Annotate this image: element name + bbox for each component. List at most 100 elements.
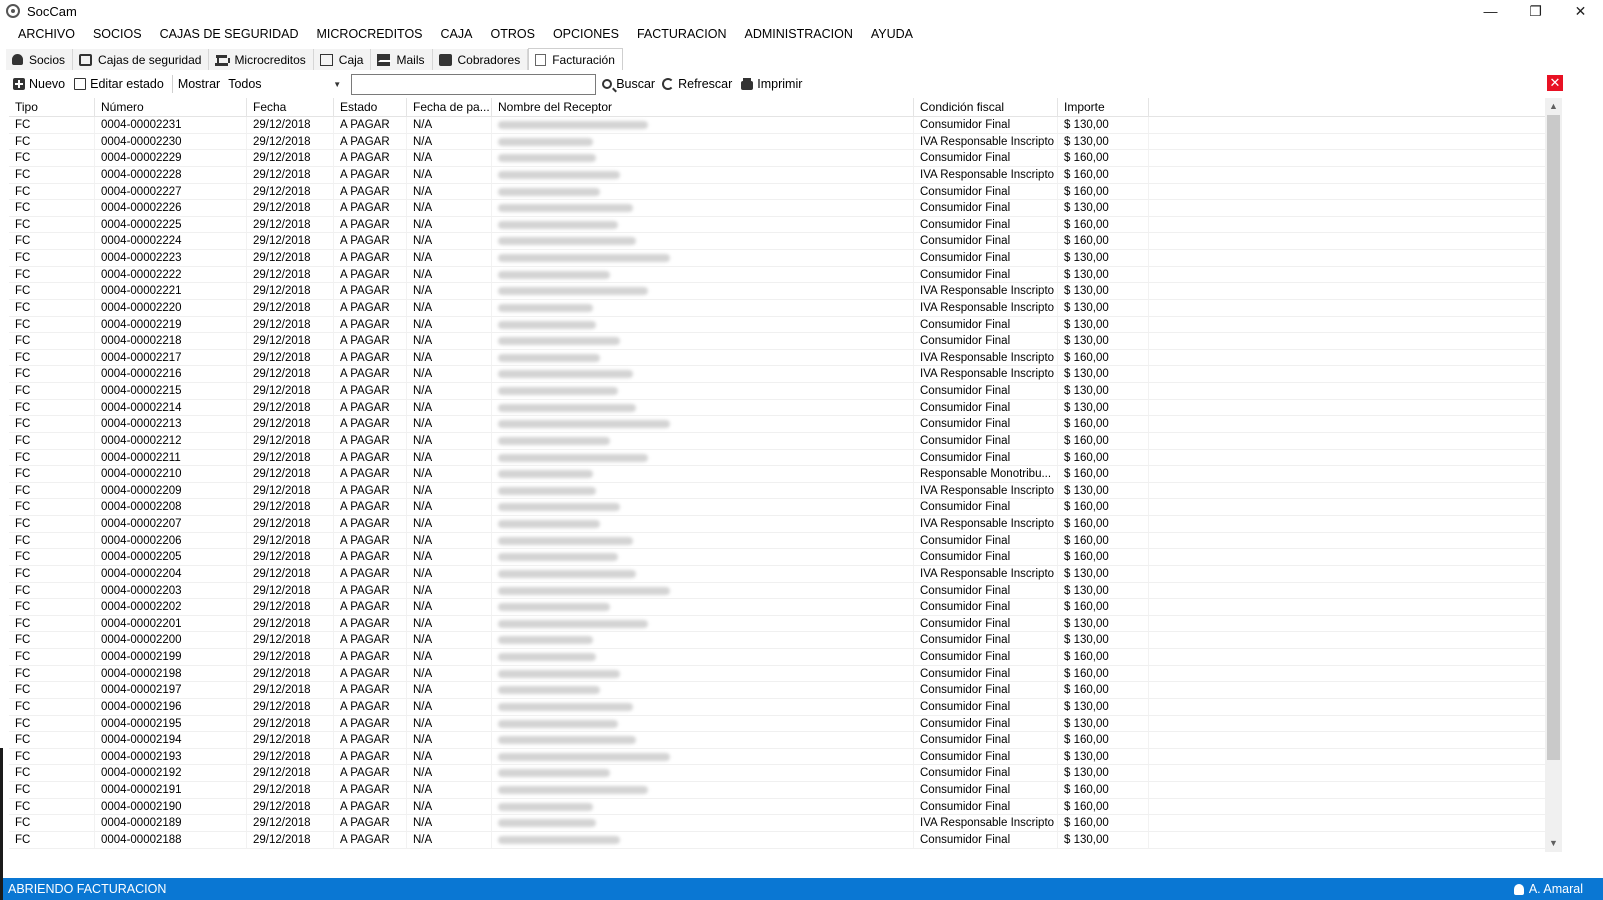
menu-cajas-de-seguridad[interactable]: CAJAS DE SEGURIDAD bbox=[151, 22, 308, 46]
filter-select[interactable]: Todos ▼ bbox=[226, 74, 344, 94]
menu-facturacion[interactable]: FACTURACION bbox=[628, 22, 736, 46]
table-row[interactable]: FC 0004-00002219 29/12/2018 A PAGAR N/A Consu… bbox=[9, 316, 1556, 334]
menu-socios[interactable]: SOCIOS bbox=[84, 22, 151, 46]
cell-estado: A PAGAR bbox=[334, 316, 407, 333]
table-row[interactable]: FC 0004-00002198 29/12/2018 A PAGAR N/A Consu… bbox=[9, 665, 1556, 683]
table-row[interactable]: FC 0004-00002210 29/12/2018 A PAGAR N/A Respo… bbox=[9, 466, 1556, 483]
table-row[interactable]: FC 0004-00002228 29/12/2018 A PAGAR N/A IVA R… bbox=[9, 166, 1556, 184]
table-row[interactable]: FC 0004-00002217 29/12/2018 A PAGAR N/A IVA R… bbox=[9, 349, 1556, 367]
table-row[interactable]: FC 0004-00002222 29/12/2018 A PAGAR N/A Consu… bbox=[9, 266, 1556, 284]
table-row[interactable]: FC 0004-00002221 29/12/2018 A PAGAR N/A IVA R… bbox=[9, 283, 1556, 300]
table-row[interactable]: FC 0004-00002189 29/12/2018 A PAGAR N/A IVA R… bbox=[9, 815, 1556, 832]
column-header-tipo[interactable]: Tipo bbox=[9, 98, 95, 116]
table-row[interactable]: FC 0004-00002229 29/12/2018 A PAGAR N/A Consu… bbox=[9, 150, 1556, 167]
table-row[interactable]: FC 0004-00002208 29/12/2018 A PAGAR N/A Consu… bbox=[9, 499, 1556, 516]
table-row[interactable]: FC 0004-00002206 29/12/2018 A PAGAR N/A Consu… bbox=[9, 532, 1556, 550]
cell-tipo: FC bbox=[9, 183, 95, 200]
column-header-nombre-receptor[interactable]: Nombre del Receptor bbox=[492, 98, 914, 116]
tab-facturacion[interactable]: Facturación bbox=[528, 48, 623, 70]
search-button[interactable]: Buscar bbox=[602, 73, 660, 95]
maximize-button[interactable]: ❐ bbox=[1513, 0, 1558, 22]
column-header-fecha-pago[interactable]: Fecha de pa... bbox=[407, 98, 492, 116]
cell-nombre-receptor bbox=[492, 432, 914, 449]
menu-otros[interactable]: OTROS bbox=[481, 22, 543, 46]
table-row[interactable]: FC 0004-00002213 29/12/2018 A PAGAR N/A Consu… bbox=[9, 416, 1556, 433]
tab-caja[interactable]: Caja bbox=[313, 49, 372, 70]
minimize-button[interactable]: — bbox=[1468, 0, 1513, 22]
column-header-numero[interactable]: Número bbox=[95, 98, 247, 116]
table-row[interactable]: FC 0004-00002211 29/12/2018 A PAGAR N/A Consu… bbox=[9, 449, 1556, 467]
cell-tipo: FC bbox=[9, 732, 95, 748]
close-window-button[interactable]: ✕ bbox=[1558, 0, 1603, 22]
table-row[interactable]: FC 0004-00002223 29/12/2018 A PAGAR N/A Consu… bbox=[9, 250, 1556, 267]
table-row[interactable]: FC 0004-00002224 29/12/2018 A PAGAR N/A Consu… bbox=[9, 233, 1556, 250]
scrollbar-thumb[interactable] bbox=[1547, 115, 1560, 760]
menu-archivo[interactable]: ARCHIVO bbox=[9, 22, 84, 46]
tab-microcreditos[interactable]: Microcreditos bbox=[209, 49, 314, 70]
tab-mails[interactable]: Mails bbox=[371, 49, 433, 70]
table-row[interactable]: FC 0004-00002214 29/12/2018 A PAGAR N/A Consu… bbox=[9, 399, 1556, 417]
table-row[interactable]: FC 0004-00002202 29/12/2018 A PAGAR N/A Consu… bbox=[9, 599, 1556, 616]
table-row[interactable]: FC 0004-00002227 29/12/2018 A PAGAR N/A Consu… bbox=[9, 183, 1556, 201]
cell-importe: $ 160,00 bbox=[1058, 516, 1149, 532]
table-row[interactable]: FC 0004-00002200 29/12/2018 A PAGAR N/A Consu… bbox=[9, 632, 1556, 649]
table-row[interactable]: FC 0004-00002195 29/12/2018 A PAGAR N/A Consu… bbox=[9, 715, 1556, 733]
table-row[interactable]: FC 0004-00002194 29/12/2018 A PAGAR N/A Consu… bbox=[9, 732, 1556, 749]
table-row[interactable]: FC 0004-00002190 29/12/2018 A PAGAR N/A Consu… bbox=[9, 798, 1556, 816]
table-row[interactable]: FC 0004-00002204 29/12/2018 A PAGAR N/A IVA R… bbox=[9, 565, 1556, 583]
scroll-up-icon[interactable]: ▲ bbox=[1545, 98, 1562, 115]
cell-fecha-pago: N/A bbox=[407, 599, 492, 615]
cell-nombre-receptor bbox=[492, 549, 914, 565]
table-row[interactable]: FC 0004-00002188 29/12/2018 A PAGAR N/A Consu… bbox=[9, 831, 1556, 849]
table-row[interactable]: FC 0004-00002231 29/12/2018 A PAGAR N/A Consu… bbox=[9, 117, 1556, 134]
vertical-scrollbar[interactable]: ▲ ▼ bbox=[1545, 98, 1562, 852]
tab-socios[interactable]: Socios bbox=[6, 49, 74, 70]
column-header-fecha[interactable]: Fecha bbox=[247, 98, 334, 116]
menu-ayuda[interactable]: AYUDA bbox=[862, 22, 922, 46]
print-button[interactable]: Imprimir bbox=[741, 73, 807, 95]
table-row[interactable]: FC 0004-00002215 29/12/2018 A PAGAR N/A Consu… bbox=[9, 383, 1556, 400]
cell-condicion-fiscal: IVA Responsable Inscripto bbox=[914, 815, 1058, 831]
user-indicator[interactable]: A. Amaral bbox=[1513, 878, 1583, 900]
table-row[interactable]: FC 0004-00002201 29/12/2018 A PAGAR N/A Consu… bbox=[9, 615, 1556, 633]
table-row[interactable]: FC 0004-00002230 29/12/2018 A PAGAR N/A IVA R… bbox=[9, 133, 1556, 151]
menu-administracion[interactable]: ADMINISTRACION bbox=[736, 22, 862, 46]
cell-tipo: FC bbox=[9, 366, 95, 382]
table-row[interactable]: FC 0004-00002197 29/12/2018 A PAGAR N/A Consu… bbox=[9, 682, 1556, 699]
table-row[interactable]: FC 0004-00002192 29/12/2018 A PAGAR N/A Consu… bbox=[9, 765, 1556, 782]
table-row[interactable]: FC 0004-00002207 29/12/2018 A PAGAR N/A IVA R… bbox=[9, 516, 1556, 533]
column-header-condicion-fiscal[interactable]: Condición fiscal bbox=[914, 98, 1058, 116]
table-row[interactable]: FC 0004-00002193 29/12/2018 A PAGAR N/A Consu… bbox=[9, 748, 1556, 766]
print-label: Imprimir bbox=[757, 77, 803, 91]
table-row[interactable]: FC 0004-00002226 29/12/2018 A PAGAR N/A Consu… bbox=[9, 200, 1556, 217]
table-row[interactable]: FC 0004-00002212 29/12/2018 A PAGAR N/A Consu… bbox=[9, 432, 1556, 450]
tab-cobradores[interactable]: Cobradores bbox=[432, 49, 529, 70]
column-header-estado[interactable]: Estado bbox=[334, 98, 407, 116]
scroll-down-icon[interactable]: ▼ bbox=[1545, 835, 1562, 852]
table-row[interactable]: FC 0004-00002209 29/12/2018 A PAGAR N/A IVA R… bbox=[9, 482, 1556, 500]
cell-condicion-fiscal: Consumidor Final bbox=[914, 416, 1058, 432]
refresh-button[interactable]: Refrescar bbox=[662, 73, 737, 95]
table-row[interactable]: FC 0004-00002216 29/12/2018 A PAGAR N/A IVA R… bbox=[9, 366, 1556, 383]
table-row[interactable]: FC 0004-00002203 29/12/2018 A PAGAR N/A Consu… bbox=[9, 582, 1556, 600]
table-row[interactable]: FC 0004-00002218 29/12/2018 A PAGAR N/A Consu… bbox=[9, 333, 1556, 350]
close-tab-button[interactable]: ✕ bbox=[1547, 75, 1563, 91]
cell-fecha: 29/12/2018 bbox=[247, 765, 334, 781]
edit-state-button[interactable]: Editar estado bbox=[74, 73, 169, 95]
table-row[interactable]: FC 0004-00002225 29/12/2018 A PAGAR N/A Consu… bbox=[9, 216, 1556, 234]
menu-microcreditos[interactable]: MICROCREDITOS bbox=[308, 22, 432, 46]
tab-cajas-de-seguridad[interactable]: Cajas de seguridad bbox=[73, 49, 210, 70]
menu-opciones[interactable]: OPCIONES bbox=[544, 22, 628, 46]
menu-caja[interactable]: CAJA bbox=[432, 22, 482, 46]
column-header-importe[interactable]: Importe bbox=[1058, 98, 1149, 116]
cell-fecha: 29/12/2018 bbox=[247, 615, 334, 632]
new-button[interactable]: Nuevo bbox=[13, 73, 70, 95]
table-row[interactable]: FC 0004-00002191 29/12/2018 A PAGAR N/A Consu… bbox=[9, 782, 1556, 799]
redacted-name bbox=[498, 270, 610, 279]
table-row[interactable]: FC 0004-00002220 29/12/2018 A PAGAR N/A IVA R… bbox=[9, 299, 1556, 317]
table-row[interactable]: FC 0004-00002199 29/12/2018 A PAGAR N/A Consu… bbox=[9, 649, 1556, 666]
table-row[interactable]: FC 0004-00002196 29/12/2018 A PAGAR N/A Consu… bbox=[9, 698, 1556, 716]
cell-fecha-pago: N/A bbox=[407, 349, 492, 366]
table-row[interactable]: FC 0004-00002205 29/12/2018 A PAGAR N/A Consu… bbox=[9, 549, 1556, 566]
search-input[interactable] bbox=[351, 73, 597, 95]
